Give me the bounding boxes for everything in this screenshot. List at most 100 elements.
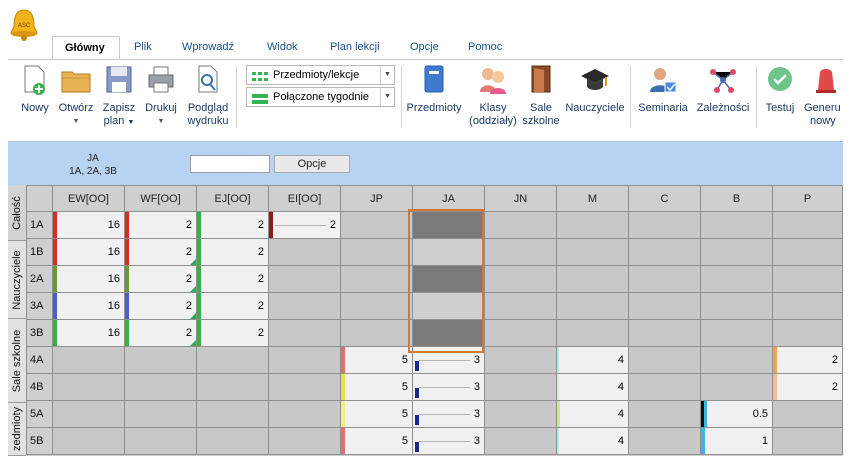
row-header[interactable]: 4A: [26, 346, 53, 374]
lesson-cell[interactable]: [772, 265, 843, 293]
tab-wprowadz[interactable]: Wprowadź: [170, 36, 246, 60]
lesson-cell[interactable]: [484, 400, 557, 428]
column-header[interactable]: EW[OO]: [52, 185, 125, 212]
lesson-cell[interactable]: 2: [124, 265, 197, 293]
lesson-cell[interactable]: 16: [52, 211, 125, 239]
lesson-cell[interactable]: [628, 373, 701, 401]
lesson-cell[interactable]: [52, 400, 125, 428]
row-header[interactable]: 3B: [26, 319, 53, 347]
lesson-cell[interactable]: [196, 427, 269, 455]
lesson-cell[interactable]: [268, 265, 341, 293]
column-header[interactable]: WF[OO]: [124, 185, 197, 212]
tab-plik[interactable]: Plik: [122, 36, 164, 60]
lesson-cell[interactable]: [556, 238, 629, 266]
lesson-cell[interactable]: 2: [196, 211, 269, 239]
lesson-cell[interactable]: [268, 346, 341, 374]
lesson-cell[interactable]: [700, 346, 773, 374]
lesson-cell[interactable]: [484, 346, 557, 374]
lesson-cell[interactable]: 2: [124, 292, 197, 320]
lesson-cell[interactable]: [700, 211, 773, 239]
chevron-down-icon[interactable]: ▼: [380, 66, 394, 84]
lesson-cell[interactable]: 2: [196, 292, 269, 320]
test-button[interactable]: Testuj: [760, 64, 800, 115]
lesson-cell[interactable]: 16: [52, 292, 125, 320]
lesson-cell[interactable]: [628, 238, 701, 266]
lesson-cell[interactable]: [700, 265, 773, 293]
column-header[interactable]: P: [772, 185, 843, 212]
lesson-cell[interactable]: [556, 319, 629, 347]
lesson-cell[interactable]: [484, 238, 557, 266]
row-header[interactable]: 3A: [26, 292, 53, 320]
lesson-cell[interactable]: 2: [196, 265, 269, 293]
print-preview-button[interactable]: Podgląd wydruku: [184, 64, 232, 128]
lesson-cell[interactable]: [628, 319, 701, 347]
column-header[interactable]: JP: [340, 185, 413, 212]
lesson-cell[interactable]: [196, 346, 269, 374]
new-button[interactable]: Nowy: [18, 64, 52, 115]
save-button[interactable]: Zapisz plan ▼: [100, 64, 138, 129]
row-header[interactable]: 1B: [26, 238, 53, 266]
lesson-cell[interactable]: [412, 265, 485, 293]
lesson-cell[interactable]: [52, 373, 125, 401]
lesson-cell[interactable]: [412, 319, 485, 347]
tab-widok[interactable]: Widok: [255, 36, 310, 60]
lesson-cell[interactable]: [772, 238, 843, 266]
vtab-calosc[interactable]: Całość: [8, 185, 26, 241]
lesson-cell[interactable]: 2: [196, 319, 269, 347]
lesson-cell[interactable]: 4: [556, 346, 629, 374]
lesson-cell[interactable]: 2: [772, 346, 843, 374]
column-header[interactable]: JA: [412, 185, 485, 212]
lesson-cell[interactable]: [52, 427, 125, 455]
dependencies-button[interactable]: Zależności: [694, 64, 752, 115]
rooms-button[interactable]: Sale szkolne: [522, 64, 560, 128]
lesson-cell[interactable]: [628, 211, 701, 239]
lesson-cell[interactable]: [268, 292, 341, 320]
lesson-cell[interactable]: [556, 211, 629, 239]
tab-opcje[interactable]: Opcje: [398, 36, 451, 60]
lesson-cell[interactable]: 5: [340, 427, 413, 455]
lesson-cell[interactable]: 4: [556, 427, 629, 455]
lesson-cell[interactable]: [268, 373, 341, 401]
lesson-cell[interactable]: [628, 427, 701, 455]
row-header[interactable]: 5B: [26, 427, 53, 455]
lesson-cell[interactable]: 1: [700, 427, 773, 455]
lesson-cell[interactable]: 3: [412, 373, 485, 401]
row-header[interactable]: 4B: [26, 373, 53, 401]
print-button[interactable]: Drukuj ▼: [142, 64, 180, 128]
lesson-cell[interactable]: [772, 400, 843, 428]
lesson-cell[interactable]: [340, 319, 413, 347]
lesson-cell[interactable]: [628, 346, 701, 374]
lesson-cell[interactable]: [412, 292, 485, 320]
lesson-cell[interactable]: 2: [268, 211, 341, 239]
lesson-cell[interactable]: [340, 211, 413, 239]
lesson-cell[interactable]: [700, 319, 773, 347]
lesson-cell[interactable]: 16: [52, 319, 125, 347]
teachers-button[interactable]: Nauczyciele: [563, 64, 627, 115]
lesson-cell[interactable]: [484, 427, 557, 455]
lesson-cell[interactable]: [52, 346, 125, 374]
lesson-cell[interactable]: 0.5: [700, 400, 773, 428]
lesson-cell[interactable]: [124, 427, 197, 455]
lesson-cell[interactable]: 5: [340, 346, 413, 374]
lesson-cell[interactable]: [628, 265, 701, 293]
lesson-cell[interactable]: [340, 238, 413, 266]
lesson-cell[interactable]: [340, 292, 413, 320]
column-header[interactable]: EJ[OO]: [196, 185, 269, 212]
lesson-cell[interactable]: 16: [52, 238, 125, 266]
tab-pomoc[interactable]: Pomoc: [456, 36, 514, 60]
lesson-cell[interactable]: [196, 400, 269, 428]
lesson-cell[interactable]: [196, 373, 269, 401]
lesson-cell[interactable]: [700, 292, 773, 320]
lesson-cell[interactable]: [484, 265, 557, 293]
column-header[interactable]: M: [556, 185, 629, 212]
lesson-cell[interactable]: 5: [340, 373, 413, 401]
view-mode-select[interactable]: Przedmioty/lekcje ▼: [246, 65, 395, 85]
vtab-sale-szkolne[interactable]: Sale szkolne: [8, 319, 26, 403]
lesson-cell[interactable]: 3: [412, 346, 485, 374]
lesson-cell[interactable]: 16: [52, 265, 125, 293]
count-input[interactable]: [190, 155, 270, 173]
row-header[interactable]: 5A: [26, 400, 53, 428]
vtab-nauczyciele[interactable]: Nauczyciele: [8, 241, 26, 319]
column-header[interactable]: EI[OO]: [268, 185, 341, 212]
vtab-przedmioty[interactable]: zedmioty: [8, 403, 26, 456]
